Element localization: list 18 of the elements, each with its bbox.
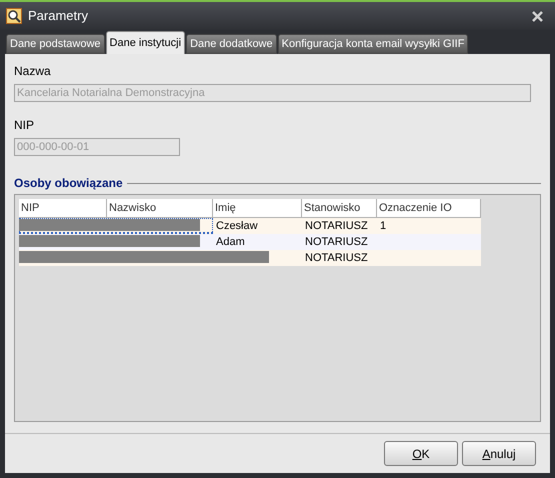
group-title: Osoby obowiązane — [14, 175, 123, 192]
field-label: NIP — [14, 117, 36, 134]
tab[interactable]: Dane instytucji — [106, 31, 186, 54]
table-cell-text: Czesław — [215, 219, 259, 234]
magnifier-icon — [6, 8, 22, 24]
dialog-button[interactable]: Anuluj — [462, 441, 536, 466]
window-title: Parametry — [28, 7, 89, 26]
tab[interactable]: Konfiguracja konta email wysyłki GIIF — [278, 34, 468, 54]
table-cell-text: Adam — [215, 235, 246, 250]
table-cell-text: 1 — [379, 219, 388, 234]
tab[interactable]: Dane podstawowe — [6, 34, 105, 54]
field-label: Nazwa — [14, 63, 52, 80]
dialog-button[interactable]: OK — [384, 441, 458, 466]
table-cell-text: NOTARIUSZ — [304, 251, 369, 266]
table-cell-text: NOTARIUSZ — [304, 219, 369, 234]
close-icon[interactable] — [532, 10, 543, 22]
tab[interactable]: Dane dodatkowe — [186, 34, 277, 54]
table-cell-text: NOTARIUSZ — [304, 235, 369, 250]
